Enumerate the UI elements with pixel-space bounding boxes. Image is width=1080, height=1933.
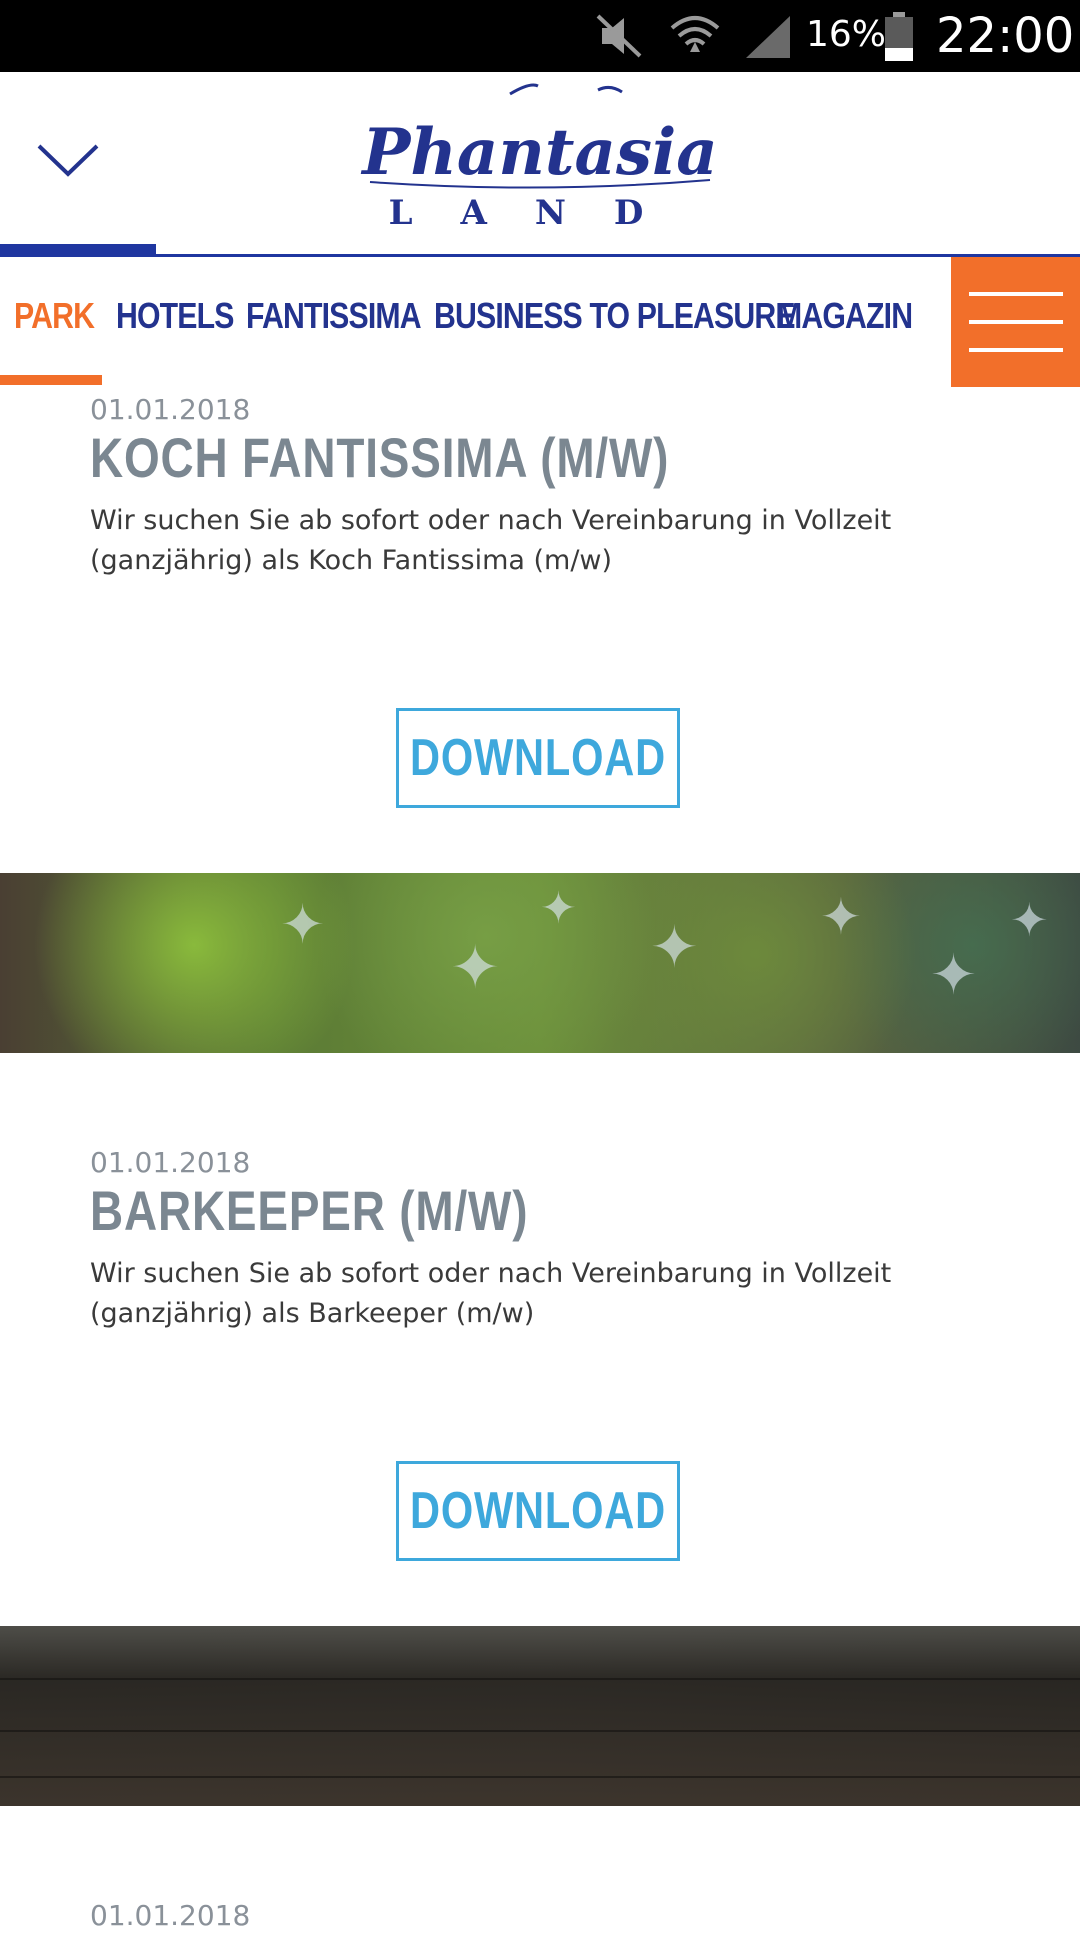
status-bar: 16% 22:00 (0, 0, 1080, 72)
nav-item-fantissima[interactable]: FANTISSIMA (246, 295, 422, 337)
download-button[interactable]: DOWNLOAD (396, 708, 680, 808)
nav-item-magazin[interactable]: MAGAZIN (777, 295, 913, 337)
download-button[interactable]: DOWNLOAD (396, 1461, 680, 1561)
nav-item-hotels[interactable]: HOTELS (116, 295, 234, 337)
nav-item-park[interactable]: PARK (14, 295, 95, 337)
decorative-photo-wood (0, 1626, 1080, 1806)
nav-item-business-to-pleasure[interactable]: BUSINESS TO PLEASURE (434, 295, 796, 337)
hamburger-menu-icon[interactable] (951, 257, 1080, 387)
job-title: KOCH FANTISSIMA (M/W) (90, 426, 670, 489)
clock: 22:00 (936, 8, 1075, 64)
job-listing: 01.01.2018 KOCH FANTISSIMA (M/W) Wir suc… (90, 393, 1010, 581)
job-listing: 01.01.2018 (90, 1899, 1010, 1933)
job-date: 01.01.2018 (90, 1146, 251, 1179)
signal-icon (746, 16, 790, 58)
download-button-label: DOWNLOAD (410, 1482, 666, 1540)
site-header: Phantasia LAND (0, 72, 1080, 257)
nav-active-indicator (0, 375, 102, 385)
job-date: 01.01.2018 (90, 393, 251, 426)
phantasialand-logo[interactable]: Phantasia LAND (360, 82, 720, 232)
svg-text:Phantasia: Phantasia (360, 115, 718, 190)
svg-text:LAND: LAND (389, 193, 692, 232)
decorative-photo-foliage: ✦ ✦ ✦ ✦ ✦ ✦ ✦ (0, 873, 1080, 1053)
main-nav: PARK HOTELS FANTISSIMA BUSINESS TO PLEAS… (0, 257, 1080, 387)
chevron-down-icon[interactable] (36, 142, 100, 180)
download-button-label: DOWNLOAD (410, 729, 666, 787)
job-description: Wir suchen Sie ab sofort oder nach Verei… (90, 505, 892, 576)
battery-icon (885, 12, 913, 61)
battery-percent: 16% (806, 14, 887, 55)
job-description: Wir suchen Sie ab sofort oder nach Verei… (90, 1258, 892, 1329)
mute-icon (596, 14, 642, 58)
job-listing: 01.01.2018 BARKEEPER (M/W) Wir suchen Si… (90, 1146, 1010, 1334)
job-date: 01.01.2018 (90, 1899, 251, 1932)
wifi-icon (670, 16, 720, 52)
job-title: BARKEEPER (M/W) (90, 1179, 529, 1242)
